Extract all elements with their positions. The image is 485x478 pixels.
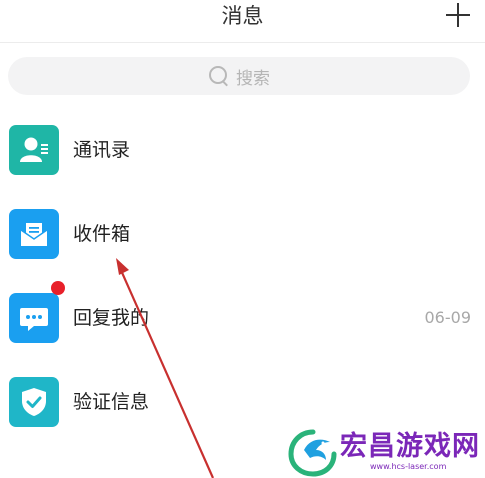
list-item-label: 验证信息: [73, 391, 150, 413]
list-item-contacts[interactable]: 通讯录: [0, 108, 485, 192]
top-bar: 消息: [0, 0, 485, 43]
list-item-label: 通讯录: [73, 139, 131, 161]
mail-icon: [9, 209, 59, 259]
list-item-label: 回复我的: [73, 307, 150, 329]
shield-check-icon: [9, 377, 59, 427]
chat-bubble-icon: [9, 293, 59, 343]
contacts-icon: [9, 125, 59, 175]
watermark-logo-icon: [288, 429, 337, 477]
list-item-label: 收件箱: [73, 223, 131, 245]
list-item-replies[interactable]: 回复我的 06-09: [0, 276, 485, 360]
watermark-name: 宏昌游戏网: [340, 431, 480, 462]
watermark: 宏昌游戏网 www.hcs-laser.com: [286, 428, 485, 478]
page-title: 消息: [221, 4, 264, 28]
unread-badge: [51, 281, 65, 295]
plus-icon[interactable]: [445, 2, 471, 28]
watermark-url: www.hcs-laser.com: [370, 462, 447, 471]
list-item-inbox[interactable]: 收件箱: [0, 192, 485, 276]
search-bar[interactable]: 搜索: [8, 57, 470, 95]
list-item-time: 06-09: [424, 308, 472, 327]
